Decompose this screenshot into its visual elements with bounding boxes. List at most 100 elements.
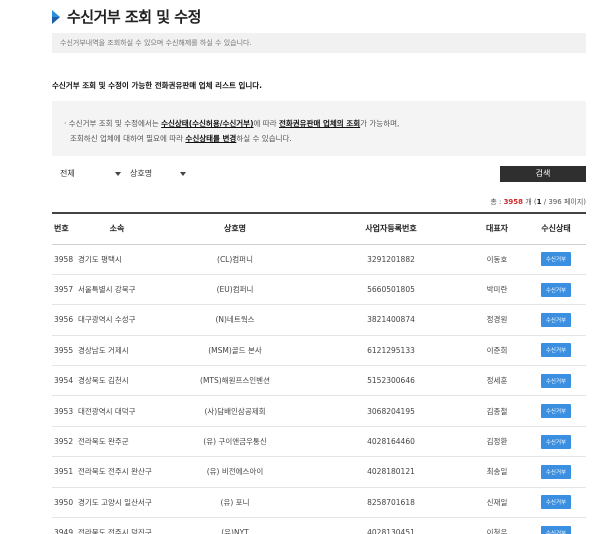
status-toggle-button[interactable]: 수신거부 [540, 373, 572, 388]
cell-biz-number: 5152300646 [367, 376, 415, 386]
header-name: 상호명 [223, 224, 247, 234]
cell-no: 3950 [54, 497, 74, 507]
table-row: 3954 경상북도 김천시 (MTS)해원프스인벤션 5152300646 정세… [52, 366, 586, 396]
status-toggle-button[interactable]: 수신거부 [540, 282, 572, 297]
cell-org: 경상북도 김천시 [78, 376, 129, 386]
cell-no: 3954 [54, 376, 74, 386]
status-toggle-button[interactable]: 수신거부 [540, 434, 572, 449]
cell-representative: 최송일 [486, 467, 508, 477]
cell-org: 경상남도 거제시 [78, 345, 129, 355]
table-row: 3952 전라북도 완주군 (유) 구이앤금우통신 4028164460 김정환… [52, 426, 586, 457]
status-toggle-button[interactable]: 수신거부 [540, 252, 572, 267]
cell-no: 3956 [54, 315, 74, 325]
status-toggle-button[interactable]: 수신거부 [540, 404, 572, 419]
page-header: 수신거부 조회 및 수정 [52, 6, 201, 27]
info-box: · 수신거부 조회 및 수정에서는 수신상태(수신허용/수신거부)에 따라 전화… [52, 101, 586, 156]
cell-name: (CL)컴퍼니 [217, 254, 253, 264]
table-row: 3957 서울특별시 강북구 (EU)컴퍼니 5660501805 박미란 수신… [52, 274, 586, 305]
status-toggle-button[interactable]: 수신거부 [540, 525, 572, 534]
header-no: 번호 [54, 224, 69, 234]
cell-name: (MSM)골드 본사 [208, 345, 262, 355]
list-heading: 수신거부 조회 및 수정이 가능한 전화권유판매 업체 리스트 입니다. [52, 81, 263, 90]
header-org: 소속 [109, 224, 125, 234]
cell-status: 수신거부 [526, 457, 586, 487]
cell-no: 3952 [54, 437, 74, 447]
cell-representative: 김정환 [486, 437, 508, 447]
cell-representative: 박미란 [486, 285, 508, 295]
company-table: 번호 소속 상호명 사업자등록번호 대표자 수신상태 3958 경기도 평택시 … [52, 212, 586, 534]
total-count: 3958 [503, 198, 524, 206]
cell-status: 수신거부 [526, 305, 586, 335]
cell-org: 경기도 평택시 [78, 254, 122, 264]
title-arrow-icon [52, 9, 61, 24]
cell-representative: 이청우 [486, 528, 508, 534]
chevron-down-icon [115, 172, 121, 176]
cell-name: (유) 비전에스아이 [206, 467, 264, 477]
cell-name: (유) 포니 [220, 497, 250, 507]
status-toggle-button[interactable]: 수신거부 [540, 312, 572, 327]
search-input[interactable] [192, 166, 500, 182]
cell-status: 수신거부 [526, 335, 586, 365]
cell-status: 수신거부 [526, 518, 586, 534]
cell-org: 전라북도 전주시 덕진구 [78, 528, 152, 534]
table-row: 3955 경상남도 거제시 (MSM)골드 본사 6121295133 이준희 … [52, 335, 586, 366]
field-select[interactable]: 상호명 [122, 166, 192, 182]
cell-biz-number: 5660501805 [367, 285, 415, 295]
cell-no: 3955 [54, 345, 74, 355]
cell-org: 대전광역시 대덕구 [78, 406, 136, 416]
cell-representative: 이준희 [486, 345, 508, 355]
table-row: 3951 전라북도 전주시 완산구 (유) 비전에스아이 4028180121 … [52, 457, 586, 488]
scope-select-value: 전체 [60, 169, 75, 178]
cell-biz-number: 3291201882 [367, 254, 415, 264]
cell-status: 수신거부 [526, 426, 586, 456]
status-toggle-button[interactable]: 수신거부 [540, 343, 572, 358]
cell-org: 전라북도 완주군 [78, 437, 129, 447]
status-toggle-button[interactable]: 수신거부 [540, 464, 572, 479]
header-biz-number: 사업자등록번호 [365, 224, 417, 234]
cell-status: 수신거부 [526, 274, 586, 304]
page-title: 수신거부 조회 및 수정 [67, 8, 201, 26]
cell-status: 수신거부 [526, 487, 586, 517]
cell-no: 3953 [54, 406, 74, 416]
cell-org: 서울특별시 강북구 [78, 285, 136, 295]
scope-select[interactable]: 전체 [52, 166, 122, 182]
cell-org: 경기도 고양시 일산서구 [78, 497, 152, 507]
status-toggle-button[interactable]: 수신거부 [540, 495, 572, 510]
cell-biz-number: 4028130451 [367, 528, 415, 534]
table-row: 3958 경기도 평택시 (CL)컴퍼니 3291201882 이동호 수신거부 [52, 244, 586, 275]
cell-representative: 김종철 [486, 406, 508, 416]
cell-representative: 이동호 [486, 254, 508, 264]
table-row: 3949 전라북도 전주시 덕진구 (유)NYT 4028130451 이청우 … [52, 518, 586, 534]
info-line-1: · 수신거부 조회 및 수정에서는 수신상태(수신허용/수신거부)에 따라 전화… [64, 119, 400, 128]
cell-biz-number: 6121295133 [367, 345, 415, 355]
page-description: 수신거부내역을 조회하실 수 있으며 수신해제를 하실 수 있습니다. [52, 33, 586, 53]
search-button[interactable]: 검색 [500, 166, 586, 182]
cell-biz-number: 8258701618 [367, 497, 415, 507]
cell-name: (N)네트웍스 [215, 315, 255, 325]
chevron-down-icon [180, 172, 186, 176]
cell-representative: 정세훈 [486, 376, 508, 386]
search-bar: 전체 상호명 검색 [52, 166, 586, 182]
cell-status: 수신거부 [526, 396, 586, 426]
cell-biz-number: 3068204195 [367, 406, 415, 416]
cell-no: 3957 [54, 285, 74, 295]
table-header-row: 번호 소속 상호명 사업자등록번호 대표자 수신상태 [52, 213, 586, 244]
cell-status: 수신거부 [526, 244, 586, 274]
cell-biz-number: 4028180121 [367, 467, 415, 477]
cell-name: (사)담배인삼공제회 [204, 406, 266, 416]
cell-biz-number: 4028164460 [367, 437, 415, 447]
cell-no: 3949 [54, 528, 74, 534]
table-row: 3956 대구광역시 수성구 (N)네트웍스 3821400874 정경원 수신… [52, 305, 586, 336]
cell-name: (유)NYT [221, 528, 249, 534]
cell-representative: 정경원 [486, 315, 508, 325]
header-status: 수신상태 [541, 224, 571, 234]
info-line-2: 조회하신 업체에 대하여 필요에 따라 수신상태를 변경하실 수 있습니다. [70, 134, 292, 143]
cell-org: 전라북도 전주시 완산구 [78, 467, 152, 477]
cell-name: (MTS)해원프스인벤션 [200, 376, 270, 386]
cell-representative: 신재일 [486, 497, 508, 507]
cell-status: 수신거부 [526, 366, 586, 396]
table-body: 3958 경기도 평택시 (CL)컴퍼니 3291201882 이동호 수신거부… [52, 244, 586, 534]
field-select-value: 상호명 [130, 169, 153, 178]
cell-no: 3958 [54, 254, 74, 264]
cell-name: (유) 구이앤금우통신 [203, 437, 267, 447]
